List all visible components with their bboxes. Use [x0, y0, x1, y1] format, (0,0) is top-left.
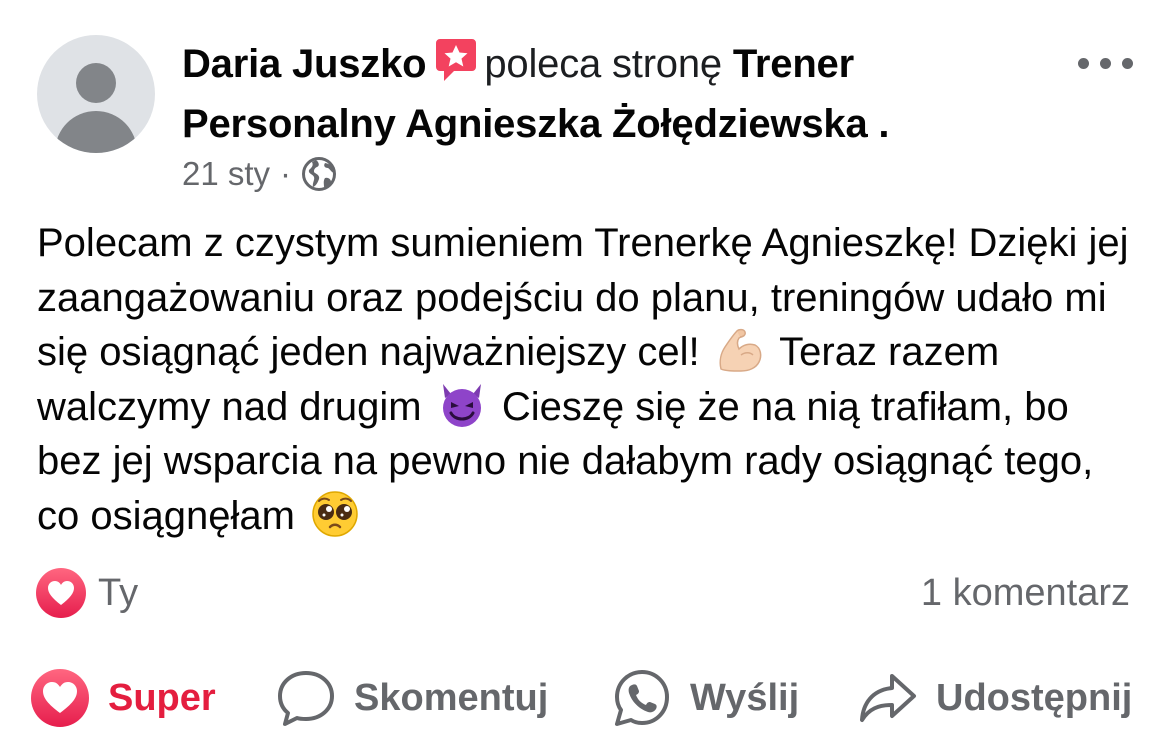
recommend-verb: poleca stronę	[484, 42, 722, 86]
action-bar: Super Skomentuj Wyślij Udostępnij	[0, 660, 1170, 736]
page-name-suffix: .	[867, 102, 890, 146]
author-avatar[interactable]	[37, 35, 155, 153]
recommendation-icon	[436, 39, 477, 81]
post-date[interactable]: 21 sty	[182, 155, 270, 193]
pleading-face-emoji	[312, 490, 358, 537]
author-name[interactable]: Daria Juszko	[182, 42, 427, 86]
more-options-button[interactable]	[1078, 52, 1134, 76]
share-label: Udostępnij	[936, 676, 1133, 719]
reaction-summary[interactable]: Ty	[36, 568, 138, 618]
comment-label: Skomentuj	[354, 676, 549, 719]
flexed-biceps-emoji	[719, 328, 762, 372]
more-dot	[1100, 58, 1111, 69]
more-dot	[1122, 58, 1133, 69]
comment-icon	[278, 671, 334, 726]
like-button[interactable]: Super	[30, 660, 216, 736]
comment-count[interactable]: 1 komentarz	[921, 572, 1130, 615]
avatar-head	[76, 63, 116, 103]
love-reaction-icon	[31, 669, 89, 727]
post-meta: 21 sty ·	[182, 154, 337, 194]
post-body: Polecam z czystym sumieniem Trenerkę Agn…	[37, 216, 1137, 543]
send-button[interactable]: Wyślij	[612, 660, 799, 736]
love-reaction-icon	[36, 568, 86, 618]
meta-separator: ·	[280, 155, 292, 192]
send-label: Wyślij	[690, 676, 800, 719]
more-dot	[1078, 58, 1089, 69]
avatar-body	[55, 111, 137, 153]
whatsapp-icon	[615, 670, 669, 726]
heart-icon	[48, 581, 74, 605]
post-header: Daria Juszko poleca stronę Trener Person…	[182, 34, 1052, 154]
like-label: Super	[108, 676, 216, 719]
share-icon	[860, 674, 916, 722]
smiling-devil-emoji	[442, 383, 481, 427]
share-button[interactable]: Udostępnij	[858, 660, 1132, 736]
comment-button[interactable]: Skomentuj	[276, 660, 548, 736]
reactors-names: Ty	[98, 571, 139, 614]
globe-icon[interactable]	[301, 156, 337, 192]
